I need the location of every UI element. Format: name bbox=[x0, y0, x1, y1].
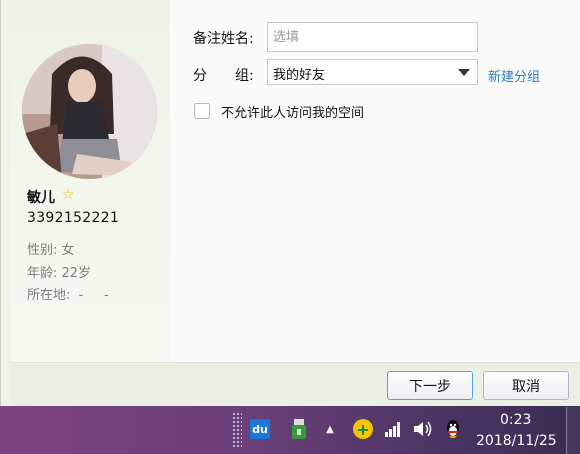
block-space-checkbox[interactable] bbox=[194, 103, 210, 119]
show-hidden-icons-icon[interactable]: ▲ bbox=[320, 419, 340, 439]
group-select[interactable]: 我的好友 bbox=[267, 59, 478, 85]
remark-input[interactable] bbox=[267, 22, 478, 52]
location-info: 所在地: - - bbox=[27, 288, 109, 303]
gender-info: 性别: 女 bbox=[27, 243, 75, 258]
qq-number: 3392152221 bbox=[27, 210, 120, 226]
clock-date[interactable]: 2018/11/25 bbox=[476, 433, 557, 449]
star-icon: ☆ bbox=[62, 187, 75, 203]
clock-time[interactable]: 0:23 bbox=[500, 412, 531, 428]
group-select-value: 我的好友 bbox=[273, 68, 326, 83]
avatar bbox=[22, 44, 157, 179]
security-plus-icon[interactable]: + bbox=[353, 419, 373, 439]
group-label: 分 组: bbox=[193, 68, 254, 84]
qq-penguin-icon[interactable] bbox=[443, 419, 463, 439]
cancel-button[interactable]: 取消 bbox=[483, 371, 569, 400]
new-group-link[interactable]: 新建分组 bbox=[488, 66, 540, 85]
next-button[interactable]: 下一步 bbox=[387, 371, 473, 400]
chevron-down-icon bbox=[458, 69, 470, 76]
remark-label: 备注姓名: bbox=[193, 31, 254, 47]
taskbar-grip[interactable] bbox=[232, 412, 242, 448]
profile-name: 敏儿 bbox=[27, 190, 55, 206]
form-panel bbox=[170, 0, 580, 362]
baidu-du-icon[interactable]: du bbox=[250, 419, 270, 439]
block-space-checkbox-label: 不允许此人访问我的空间 bbox=[221, 106, 365, 121]
usb-drive-icon[interactable] bbox=[289, 419, 309, 439]
age-info: 年龄: 22岁 bbox=[27, 266, 92, 281]
show-desktop-button[interactable] bbox=[566, 407, 580, 454]
network-signal-icon[interactable] bbox=[383, 419, 403, 439]
speaker-icon[interactable] bbox=[413, 419, 433, 439]
